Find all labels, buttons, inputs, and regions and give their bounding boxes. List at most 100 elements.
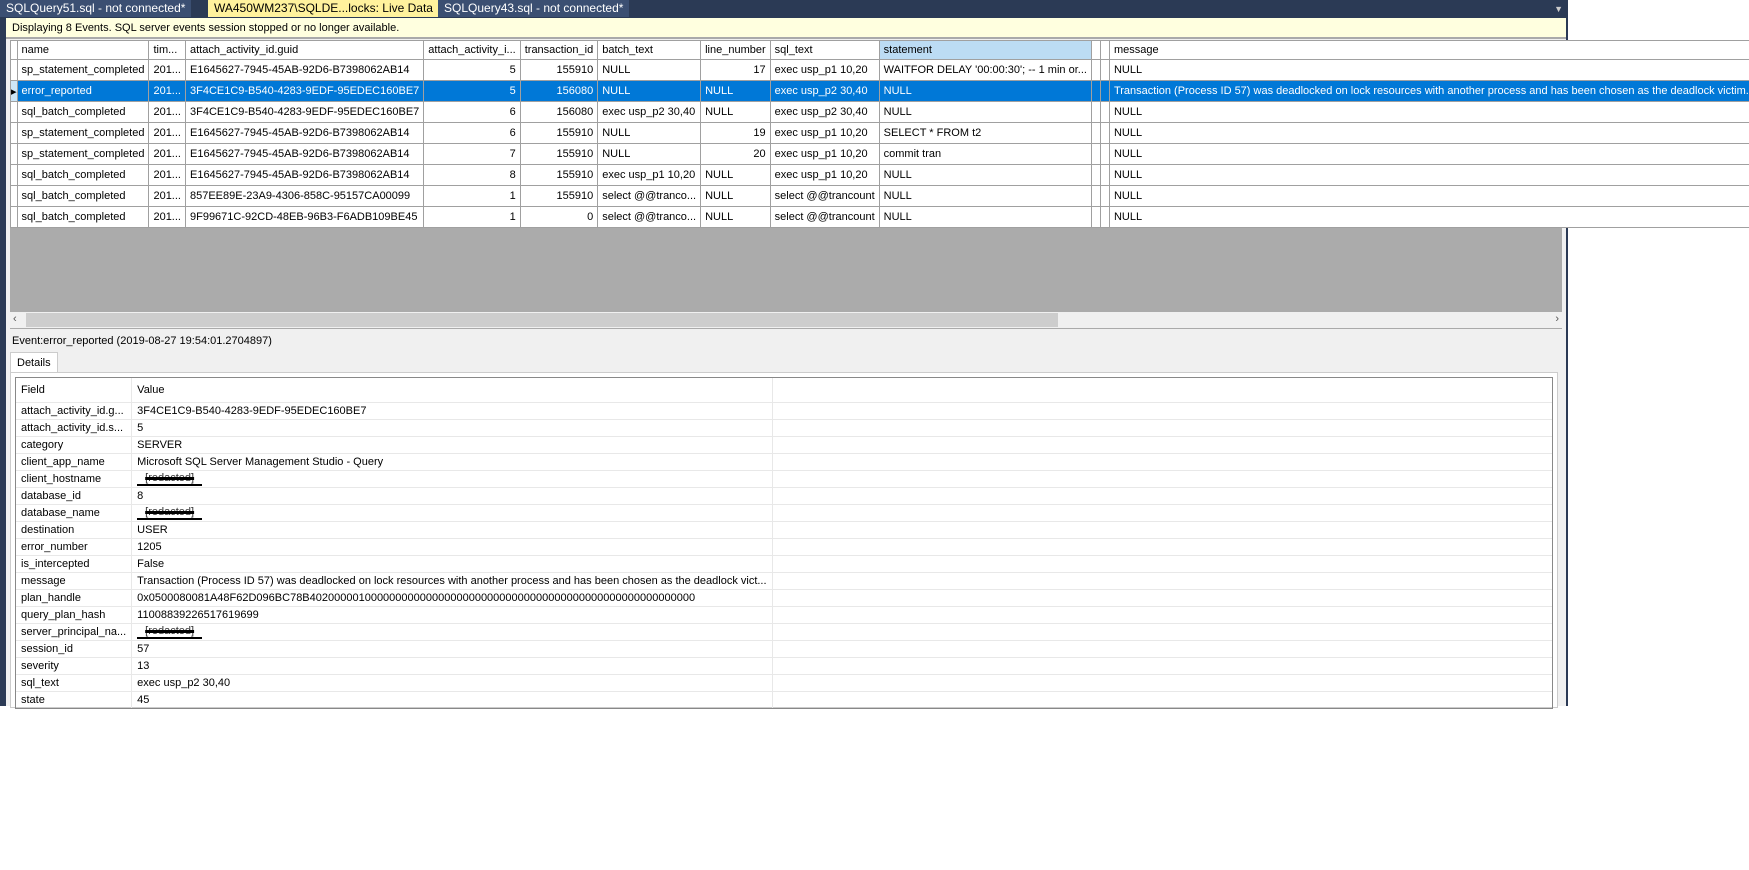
table-cell[interactable]: 9F99671C-92CD-48EB-96B3-F6ADB109BE45	[184, 206, 425, 228]
table-cell[interactable]: NULL	[597, 122, 702, 144]
table-cell[interactable]: 5	[423, 59, 521, 81]
table-cell[interactable]: 8	[423, 164, 521, 186]
details-row[interactable]: message Transaction (Process ID 57) was d…	[16, 572, 1552, 590]
details-row[interactable]: client_app_name Microsoft SQL Server Mana…	[16, 453, 1552, 471]
table-cell[interactable]: NULL	[597, 80, 702, 102]
horizontal-scrollbar[interactable]: ‹ ›	[10, 312, 1562, 329]
details-row[interactable]: attach_activity_id.s... 5	[16, 419, 1552, 437]
table-cell[interactable]: 6	[423, 122, 521, 144]
table-cell[interactable]: NULL	[878, 101, 1092, 123]
table-cell[interactable]: SELECT * FROM t2	[878, 122, 1092, 144]
table-cell[interactable]: E1645627-7945-45AB-92D6-B7398062AB14	[184, 143, 425, 165]
column-header[interactable]	[1099, 40, 1110, 60]
table-cell[interactable]: E1645627-7945-45AB-92D6-B7398062AB14	[184, 164, 425, 186]
table-cell[interactable]: 3F4CE1C9-B540-4283-9EDF-95EDEC160BE7	[184, 80, 425, 102]
table-cell[interactable]	[1090, 206, 1101, 228]
details-row[interactable]: server_principal_na... [redacted]	[16, 623, 1552, 641]
table-cell[interactable]: sql_batch_completed	[16, 164, 150, 186]
table-cell[interactable]	[1090, 59, 1101, 81]
table-cell[interactable]: 19	[700, 122, 771, 144]
table-cell[interactable]: NULL	[700, 80, 771, 102]
details-row[interactable]: database_id 8	[16, 487, 1552, 505]
details-row[interactable]: plan_handle 0x0500080081A48F62D096BC78B40…	[16, 589, 1552, 607]
details-row[interactable]: state 45	[16, 691, 1552, 708]
table-row[interactable]: sql_batch_completed 201... 857EE89E-23A9-4…	[10, 185, 1749, 207]
tab-overflow-dropdown-icon[interactable]: ▼	[1554, 4, 1563, 14]
table-cell[interactable]: NULL	[700, 101, 771, 123]
table-cell[interactable]: 6	[423, 101, 521, 123]
table-cell[interactable]: NULL	[1108, 101, 1749, 123]
column-header[interactable]: Value	[131, 378, 773, 403]
table-row[interactable]: sp_statement_completed 201... E1645627-794…	[10, 122, 1749, 144]
table-row[interactable]: sp_statement_completed 201... E1645627-794…	[10, 143, 1749, 165]
table-cell[interactable]	[1090, 185, 1101, 207]
column-header[interactable]: attach_activity_id.guid	[184, 40, 425, 60]
table-cell[interactable]: exec usp_p2 30,40	[597, 101, 702, 123]
details-row[interactable]: severity 13	[16, 657, 1552, 675]
table-cell[interactable]	[1099, 185, 1110, 207]
table-cell[interactable]: 155910	[519, 122, 599, 144]
details-row[interactable]: attach_activity_id.g... 3F4CE1C9-B540-428…	[16, 402, 1552, 420]
table-cell[interactable]: exec usp_p1 10,20	[597, 164, 702, 186]
table-cell[interactable]: NULL	[1108, 143, 1749, 165]
table-cell[interactable]: 1	[423, 185, 521, 207]
events-grid[interactable]: name tim... attach_activity_id.guid attach_…	[10, 40, 1749, 312]
table-cell[interactable]: exec usp_p1 10,20	[769, 122, 880, 144]
table-cell[interactable]: exec usp_p1 10,20	[769, 164, 880, 186]
table-cell[interactable]: E1645627-7945-45AB-92D6-B7398062AB14	[184, 59, 425, 81]
table-cell[interactable]: E1645627-7945-45AB-92D6-B7398062AB14	[184, 122, 425, 144]
table-cell[interactable]: Transaction (Process ID 57) was deadlock…	[1108, 80, 1749, 102]
table-cell[interactable]: select @@trancount	[769, 206, 880, 228]
table-cell[interactable]: exec usp_p1 10,20	[769, 143, 880, 165]
table-cell[interactable]: NULL	[878, 185, 1092, 207]
table-row[interactable]: sql_batch_completed 201... E1645627-7945-4…	[10, 164, 1749, 186]
table-cell[interactable]: 0	[519, 206, 599, 228]
table-cell[interactable]: 5	[423, 80, 521, 102]
table-row[interactable]: sp_statement_completed 201... E1645627-794…	[10, 59, 1749, 81]
column-header[interactable]: tim...	[148, 40, 186, 60]
details-row[interactable]: is_intercepted False	[16, 555, 1552, 573]
table-cell[interactable]: 155910	[519, 59, 599, 81]
table-cell[interactable]: 201...	[148, 101, 186, 123]
table-cell[interactable]: sql_batch_completed	[16, 206, 150, 228]
details-row[interactable]: database_name [redacted]	[16, 504, 1552, 522]
table-cell[interactable]: select @@trancount	[769, 185, 880, 207]
tab-details[interactable]: Details	[10, 352, 58, 373]
column-header[interactable]: attach_activity_i...	[423, 40, 521, 60]
table-cell[interactable]: NULL	[597, 59, 702, 81]
details-row[interactable]: destination USER	[16, 521, 1552, 539]
table-cell[interactable]: exec usp_p2 30,40	[769, 101, 880, 123]
table-cell[interactable]: NULL	[700, 164, 771, 186]
table-cell[interactable]: NULL	[700, 185, 771, 207]
table-row[interactable]: sql_batch_completed 201... 9F99671C-92CD-4…	[10, 206, 1749, 228]
table-cell[interactable]: NULL	[1108, 59, 1749, 81]
table-cell[interactable]: 201...	[148, 206, 186, 228]
table-cell[interactable]: 201...	[148, 80, 186, 102]
table-cell[interactable]: NULL	[597, 143, 702, 165]
scroll-left-icon[interactable]: ‹	[13, 313, 17, 325]
table-cell[interactable]: NULL	[700, 206, 771, 228]
table-cell[interactable]	[1099, 59, 1110, 81]
table-cell[interactable]: 156080	[519, 80, 599, 102]
details-row[interactable]: sql_text exec usp_p2 30,40	[16, 674, 1552, 692]
scrollbar-thumb[interactable]	[26, 313, 1058, 327]
column-header[interactable]: sql_text	[769, 40, 880, 60]
table-cell[interactable]: WAITFOR DELAY '00:00:30'; -- 1 min or...	[878, 59, 1092, 81]
table-cell[interactable]: 201...	[148, 59, 186, 81]
table-cell[interactable]	[1099, 80, 1110, 102]
table-cell[interactable]	[1090, 122, 1101, 144]
table-cell[interactable]: sql_batch_completed	[16, 185, 150, 207]
column-header[interactable]: line_number	[700, 40, 771, 60]
details-row[interactable]: query_plan_hash 11008839226517619699	[16, 606, 1552, 624]
column-header[interactable]: Field	[16, 378, 133, 403]
scroll-right-icon[interactable]: ›	[1555, 313, 1559, 325]
tab-sqlquery51[interactable]: SQLQuery51.sql - not connected*	[0, 0, 192, 17]
tab-live-data[interactable]: WA450WM237\SQLDE...locks: Live Data⊣✕	[208, 0, 474, 17]
table-row[interactable]: ▸ error_reported 201... 3F4CE1C9-B540-4283-…	[10, 80, 1749, 102]
table-cell[interactable]: 155910	[519, 185, 599, 207]
table-cell[interactable]: sp_statement_completed	[16, 143, 150, 165]
column-header[interactable]: message	[1108, 40, 1749, 60]
table-cell[interactable]: 201...	[148, 143, 186, 165]
table-cell[interactable]: 156080	[519, 101, 599, 123]
table-cell[interactable]	[1090, 164, 1101, 186]
